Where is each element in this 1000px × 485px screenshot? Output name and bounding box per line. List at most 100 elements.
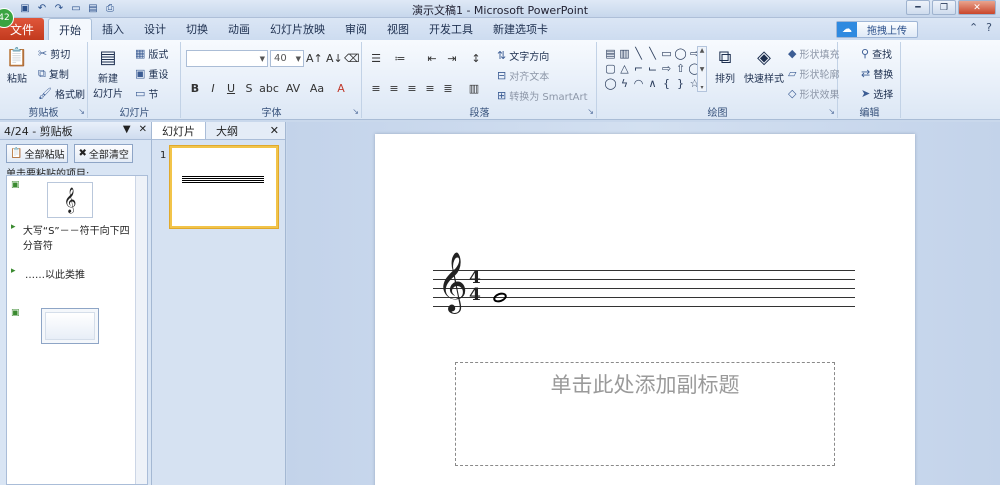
line-shape-icon[interactable]: ╲ (632, 46, 645, 60)
tab-insert[interactable]: 插入 (92, 18, 134, 40)
tab-developer[interactable]: 开发工具 (419, 18, 483, 40)
clipboard-slide-preview[interactable] (41, 308, 99, 344)
line-spacing-icon[interactable]: ↕ (469, 52, 483, 65)
distribute-icon[interactable]: ≣ (441, 82, 455, 95)
increase-indent-icon[interactable]: ⇥ (445, 52, 459, 65)
clipboard-image-preview[interactable]: 𝄞 (47, 182, 93, 218)
triangle-shape-icon[interactable]: △ (618, 61, 631, 75)
paste-button[interactable]: 📋 粘贴 (4, 44, 30, 86)
copy-button[interactable]: ⧉ 复制 (38, 66, 69, 82)
oval-shape-icon[interactable]: ◯ (674, 46, 687, 60)
upload-button[interactable]: ☁ 拖拽上传 (836, 21, 918, 38)
up-arrow-shape-icon[interactable]: ⇧ (674, 61, 687, 75)
convert-smartart-button[interactable]: ⊞ 转换为 SmartArt (497, 88, 588, 103)
numbering-icon[interactable]: ≔ (393, 52, 407, 65)
font-color-icon[interactable]: A (334, 82, 348, 95)
restore-button[interactable]: ❐ (932, 0, 956, 15)
tab-view[interactable]: 视图 (377, 18, 419, 40)
close-icon[interactable]: ✕ (139, 124, 147, 135)
connector-shape-icon[interactable]: ⌙ (646, 61, 659, 75)
close-button[interactable]: ✕ (958, 0, 996, 15)
layout-button[interactable]: ▦ 版式 (135, 46, 168, 61)
dialog-launcher-icon[interactable]: ↘ (587, 107, 594, 116)
align-left-icon[interactable]: ≡ (369, 82, 383, 95)
justify-icon[interactable]: ≡ (423, 82, 437, 95)
music-staff[interactable]: 𝄞 4 4 (433, 256, 855, 308)
decrease-indent-icon[interactable]: ⇤ (425, 52, 439, 65)
lightning-shape-icon[interactable]: ϟ (618, 76, 631, 90)
textbox-shape-icon[interactable]: ▥ (618, 46, 631, 60)
align-right-icon[interactable]: ≡ (405, 82, 419, 95)
dialog-launcher-icon[interactable]: ↘ (78, 107, 85, 116)
pane-menu-icon[interactable]: ▼ (123, 124, 131, 135)
arrow-shape-icon[interactable]: ⇨ (660, 61, 673, 75)
strikethrough-button[interactable]: S (242, 82, 256, 95)
clipboard-item[interactable]: ▸ 大写“S”－－符干向下四分音符 (11, 222, 131, 252)
shadow-button[interactable]: abc (258, 82, 280, 95)
tab-new-tab[interactable]: 新建选项卡 (483, 18, 558, 40)
section-button[interactable]: ▭ 节 (135, 86, 158, 101)
tab-home[interactable]: 开始 (48, 18, 92, 41)
columns-icon[interactable]: ▥ (467, 82, 481, 95)
align-center-icon[interactable]: ≡ (387, 82, 401, 95)
clipboard-item[interactable]: ▸ ……以此类推 (11, 266, 85, 281)
change-case-button[interactable]: Aa (306, 82, 328, 95)
minimize-button[interactable]: ━ (906, 0, 930, 15)
rectangle-shape-icon[interactable]: ▭ (660, 46, 673, 60)
textbox-shape-icon[interactable]: ▤ (604, 46, 617, 60)
subtitle-placeholder[interactable]: 单击此处添加副标题 (455, 362, 835, 466)
shape-icon[interactable]: ◯ (604, 76, 617, 90)
cut-button[interactable]: ✂ 剪切 (38, 46, 70, 61)
brace-shape-icon[interactable]: { (660, 76, 673, 90)
close-icon[interactable]: ✕ (270, 124, 279, 137)
paste-all-button[interactable]: 📋 全部粘贴 (6, 144, 69, 163)
align-text-button[interactable]: ⊟ 对齐文本 (497, 68, 549, 83)
shape-fill-button[interactable]: ◆ 形状填充 (788, 46, 839, 61)
clipboard-item[interactable]: ▣ (11, 308, 21, 320)
rect-shape-icon[interactable]: ▢ (604, 61, 617, 75)
tab-outline[interactable]: 大纲 (206, 122, 248, 139)
tab-transitions[interactable]: 切换 (176, 18, 218, 40)
brace-shape-icon[interactable]: } (674, 76, 687, 90)
shape-effects-button[interactable]: ◇ 形状效果 (788, 86, 839, 101)
shrink-font-icon[interactable]: A↓ (326, 52, 343, 65)
clipboard-scrollbar[interactable] (135, 176, 147, 484)
tab-review[interactable]: 审阅 (335, 18, 377, 40)
slide-thumbnail[interactable] (170, 146, 278, 228)
char-spacing-button[interactable]: AV (282, 82, 304, 95)
tab-slideshow[interactable]: 幻灯片放映 (260, 18, 335, 40)
line-shape-icon[interactable]: ╲ (646, 46, 659, 60)
bold-button[interactable]: B (188, 82, 202, 95)
new-slide-button[interactable]: ▤ 新建 幻灯片 (93, 44, 123, 101)
select-button[interactable]: ➤ 选择 (861, 86, 893, 101)
curve-shape-icon[interactable]: ∧ (646, 76, 659, 90)
underline-button[interactable]: U (224, 82, 238, 95)
shape-outline-button[interactable]: ▱ 形状轮廓 (788, 66, 839, 81)
grow-font-icon[interactable]: A↑ (306, 52, 323, 65)
tab-animations[interactable]: 动画 (218, 18, 260, 40)
dialog-launcher-icon[interactable]: ↘ (828, 107, 835, 116)
shape-gallery-scroll[interactable]: ▲ ▼ ▾ (697, 46, 707, 92)
clipboard-item[interactable]: ▣ (11, 180, 21, 192)
dialog-launcher-icon[interactable]: ↘ (352, 107, 359, 116)
reset-button[interactable]: ▣ 重设 (135, 66, 168, 81)
quick-styles-button[interactable]: ◈ 快速样式 (744, 44, 784, 86)
shape-gallery[interactable]: ▤ ▥ ╲ ╲ ▭ ◯ ⇨ ▢ △ ⌐ ⌙ ⇨ ⇧ ◯ ◯ ϟ ◠ ∧ { } … (604, 46, 700, 92)
tab-slides[interactable]: 幻灯片 (152, 122, 206, 139)
slide-canvas[interactable]: 𝄞 4 4 单击此处添加副标题 (375, 134, 915, 485)
collapse-ribbon-icon[interactable]: ⌃ (969, 21, 978, 34)
find-button[interactable]: ⚲ 查找 (861, 46, 892, 61)
font-size-combo[interactable]: 40 ▼ (270, 50, 304, 67)
bullets-icon[interactable]: ☰ (369, 52, 383, 65)
clear-all-button[interactable]: ✖ 全部清空 (74, 144, 133, 163)
clear-format-icon[interactable]: ⌫ (344, 52, 360, 65)
tab-design[interactable]: 设计 (134, 18, 176, 40)
arrange-button[interactable]: ⧉ 排列 (712, 44, 738, 86)
help-icon[interactable]: ? (986, 21, 992, 34)
font-name-combo[interactable]: ▼ (186, 50, 268, 67)
curve-shape-icon[interactable]: ◠ (632, 76, 645, 90)
italic-button[interactable]: I (206, 82, 220, 95)
connector-shape-icon[interactable]: ⌐ (632, 61, 645, 75)
replace-button[interactable]: ⇄ 替换 (861, 66, 893, 81)
text-direction-button[interactable]: ⇅ 文字方向 (497, 48, 549, 63)
